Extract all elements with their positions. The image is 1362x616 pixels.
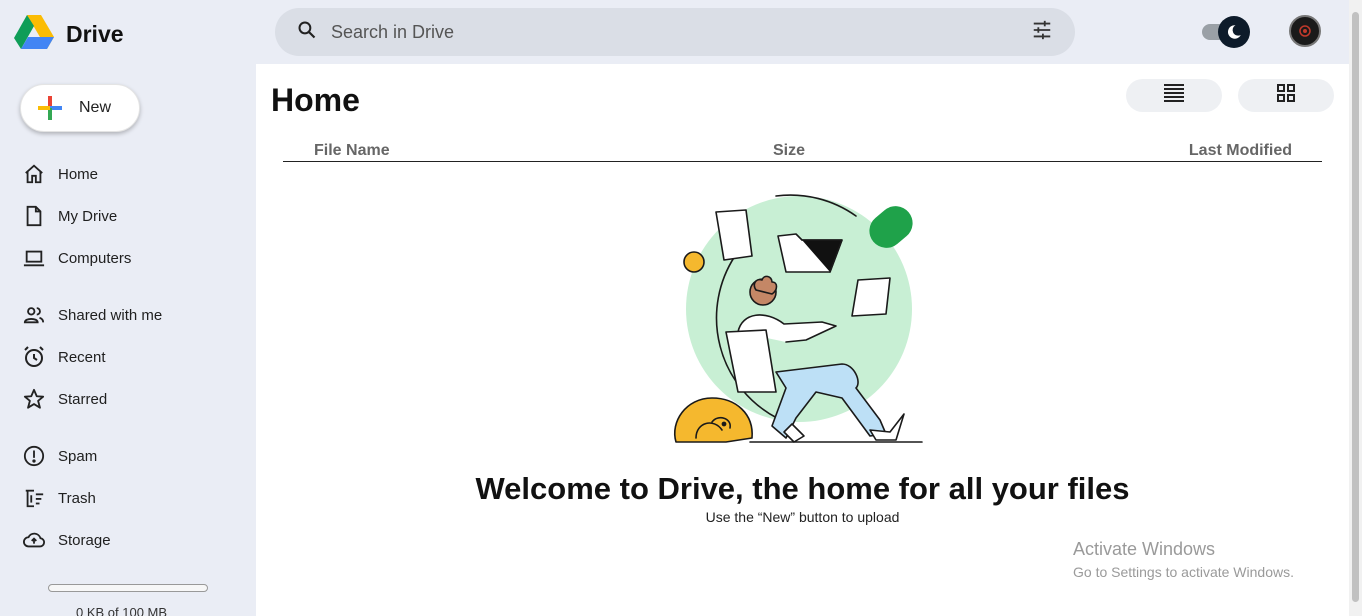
sidebar-item-label: Storage	[58, 531, 111, 549]
sidebar-item-storage[interactable]: Storage	[22, 526, 111, 554]
grid-view-icon	[1277, 84, 1295, 107]
sidebar-item-starred[interactable]: Starred	[22, 385, 107, 413]
search-filter-icon[interactable]	[1031, 19, 1053, 46]
new-button[interactable]: New	[20, 84, 140, 132]
main-content: Home File Name Size Last Modified Welcom…	[256, 64, 1349, 616]
dark-mode-toggle[interactable]	[1202, 16, 1250, 48]
sidebar-item-label: Starred	[58, 390, 108, 408]
sidebar-item-label: Recent	[58, 348, 106, 366]
drive-logo[interactable]: Drive	[14, 14, 124, 55]
app-title: Drive	[66, 21, 124, 47]
spam-icon	[22, 444, 46, 468]
column-size[interactable]: Size	[773, 142, 805, 160]
sidebar-item-label: Trash	[58, 489, 96, 507]
home-icon	[22, 162, 46, 186]
empty-state-heading: Welcome to Drive, the home for all your …	[475, 471, 1130, 506]
sidebar-item-label: Computers	[58, 249, 132, 267]
sidebar-item-computers[interactable]: Computers	[22, 244, 131, 272]
empty-state-illustration	[666, 192, 946, 465]
column-file-name[interactable]: File Name	[314, 142, 390, 160]
windows-activation-watermark: Activate Windows Go to Settings to activ…	[1073, 539, 1294, 580]
laptop-icon	[22, 246, 46, 270]
sidebar-item-recent[interactable]: Recent	[22, 343, 106, 371]
file-table-header: File Name Size Last Modified	[283, 142, 1322, 162]
sidebar-item-spam[interactable]: Spam	[22, 442, 97, 470]
drive-logo-icon	[14, 14, 54, 55]
sidebar-item-label: Spam	[58, 447, 98, 465]
file-icon	[22, 204, 46, 228]
empty-state-subtext: Use the “New” button to upload	[705, 509, 900, 525]
people-icon	[22, 303, 46, 327]
sidebar-item-home[interactable]: Home	[22, 160, 98, 188]
grid-view-button[interactable]	[1238, 79, 1334, 112]
new-button-label: New	[79, 99, 112, 116]
search-icon[interactable]	[297, 20, 317, 45]
trash-icon	[22, 486, 46, 510]
watermark-title: Activate Windows	[1073, 539, 1216, 559]
plus-icon	[38, 96, 62, 120]
page-scrollbar[interactable]	[1349, 0, 1362, 616]
sidebar-item-label: Home	[58, 165, 99, 183]
storage-progress-bar	[48, 584, 208, 592]
sidebar-item-label: Shared with me	[58, 306, 163, 324]
clock-icon	[22, 345, 46, 369]
list-view-button[interactable]	[1126, 79, 1222, 112]
scrollbar-thumb[interactable]	[1352, 12, 1359, 602]
search-input[interactable]	[331, 21, 1031, 43]
page-title: Home	[271, 82, 360, 118]
sidebar-item-shared-with-me[interactable]: Shared with me	[22, 301, 162, 329]
sidebar-item-label: My Drive	[58, 207, 118, 225]
list-view-icon	[1164, 84, 1184, 107]
watermark-subtitle: Go to Settings to activate Windows.	[1073, 564, 1294, 580]
storage-usage-text: 0 KB of 100 MB	[76, 605, 168, 616]
cloud-icon	[22, 528, 46, 552]
sidebar-item-my-drive[interactable]: My Drive	[22, 202, 117, 230]
moon-icon	[1218, 16, 1250, 48]
sidebar-item-trash[interactable]: Trash	[22, 484, 96, 512]
star-icon	[22, 387, 46, 411]
search-bar[interactable]	[275, 8, 1075, 56]
avatar[interactable]	[1289, 15, 1321, 47]
column-last-modified[interactable]: Last Modified	[1189, 142, 1292, 160]
